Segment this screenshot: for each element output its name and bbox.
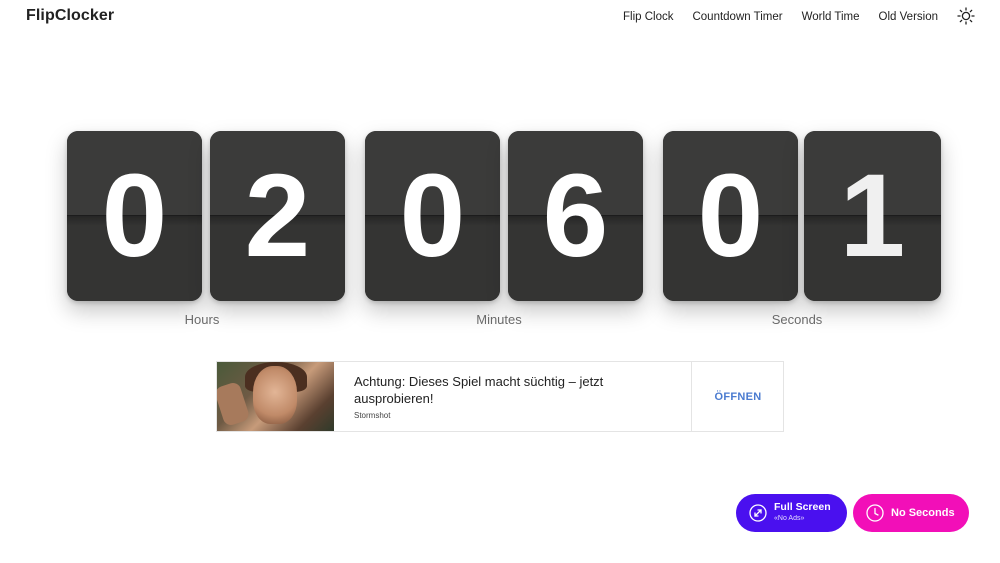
no-seconds-label: No Seconds (891, 507, 955, 519)
sun-icon (957, 7, 975, 25)
hours-label: Hours (184, 312, 220, 327)
minutes-ones-digit: 6 (542, 150, 609, 282)
fullscreen-label: Full Screen (774, 501, 831, 513)
fullscreen-sublabel: «No Ads» (774, 515, 805, 522)
ad-open-button[interactable]: ÖFFNEN (692, 362, 784, 431)
top-nav: Flip Clock Countdown Timer World Time Ol… (623, 10, 938, 24)
seconds-tens-digit: 0 (697, 150, 764, 282)
nav-world-time[interactable]: World Time (802, 10, 860, 24)
ad-title[interactable]: Achtung: Dieses Spiel macht süchtig – je… (354, 373, 624, 407)
fullscreen-button[interactable]: Full Screen «No Ads» (736, 494, 847, 532)
expand-icon (749, 504, 767, 522)
seconds-ones-digit: 1 (839, 150, 906, 282)
ad-banner[interactable]: Achtung: Dieses Spiel macht süchtig – je… (216, 361, 784, 432)
site-logo[interactable]: FlipClocker (26, 7, 114, 25)
minutes-tens-digit: 0 (399, 150, 466, 282)
theme-toggle-button[interactable] (957, 7, 975, 25)
minutes-label: Minutes (476, 312, 522, 327)
minutes-ones-card: 6 (508, 131, 643, 301)
nav-flip-clock[interactable]: Flip Clock (623, 10, 673, 24)
hours-ones-card: 2 (210, 131, 345, 301)
seconds-label: Seconds (771, 312, 823, 327)
ad-brand: Stormshot (354, 411, 391, 420)
nav-countdown-timer[interactable]: Countdown Timer (692, 10, 782, 24)
ad-image[interactable] (217, 362, 334, 431)
no-seconds-button[interactable]: No Seconds (853, 494, 969, 532)
clock-icon (866, 504, 884, 522)
hours-tens-card: 0 (67, 131, 202, 301)
page: FlipClocker Flip Clock Countdown Timer W… (0, 0, 1000, 563)
nav-old-version[interactable]: Old Version (879, 10, 938, 24)
hours-tens-digit: 0 (101, 150, 168, 282)
seconds-ones-card: 1 (804, 131, 941, 301)
hours-ones-digit: 2 (244, 150, 311, 282)
minutes-tens-card: 0 (365, 131, 500, 301)
seconds-tens-card: 0 (663, 131, 798, 301)
